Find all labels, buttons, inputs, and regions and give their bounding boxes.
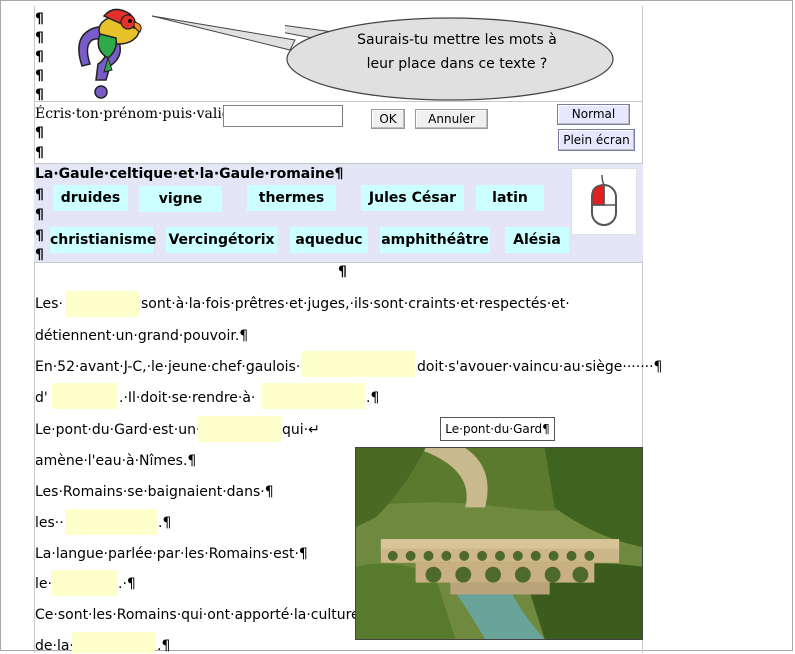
bubble-line-2: leur place dans ce texte ? <box>366 56 548 72</box>
text-line: amène·l'eau·à·Nîmes.¶ <box>35 453 197 469</box>
photo-caption: Le·pont·du·Gard¶ <box>440 417 555 441</box>
word-tile[interactable]: vigne <box>139 186 222 212</box>
text-fragment: .·Il·doit·se·rendre·à· <box>119 390 256 406</box>
blank-slot[interactable] <box>65 509 157 535</box>
text-fragment: d' <box>35 390 48 406</box>
text-fragment: Le·pont·du·Gard·est·un· <box>35 422 201 438</box>
text-fragment: .¶ <box>366 390 380 406</box>
text-fragment: de·la· <box>35 638 74 654</box>
pilcrow: ¶ <box>35 87 44 103</box>
cancel-button[interactable]: Annuler <box>415 109 488 129</box>
fullscreen-button[interactable]: Plein écran <box>558 129 635 151</box>
blank-slot[interactable] <box>65 291 140 317</box>
blank-slot[interactable] <box>261 383 365 409</box>
text-fragment: le· <box>35 576 52 592</box>
pilcrow: ¶ <box>35 30 44 46</box>
name-input[interactable] <box>223 105 343 127</box>
normal-view-button[interactable]: Normal <box>557 104 630 125</box>
pilcrow: ¶ <box>35 145 44 161</box>
blank-slot[interactable] <box>51 570 118 596</box>
pilcrow: ¶ <box>35 228 44 244</box>
text-fragment: les·· <box>35 515 64 531</box>
word-tile[interactable]: amphithéâtre <box>380 227 490 253</box>
word-tile[interactable]: Jules César <box>361 185 464 211</box>
header-divider <box>34 101 643 102</box>
word-tile[interactable]: Alésia <box>505 227 569 253</box>
paragraph-marks: ¶ ¶ ¶ ¶ ¶ <box>35 10 44 105</box>
text-fragment: .·¶ <box>118 576 136 592</box>
pilcrow: ¶ <box>35 187 44 203</box>
blank-slot[interactable] <box>198 416 282 442</box>
blank-slot[interactable] <box>52 383 118 409</box>
word-tile[interactable]: druides <box>53 185 128 211</box>
word-tile[interactable]: aqueduc <box>290 227 368 253</box>
pilcrow: ¶ <box>35 49 44 65</box>
pilcrow: ¶ <box>338 264 347 280</box>
speech-bubble-tail <box>151 15 296 51</box>
text-fragment: qui·↵ <box>282 422 320 438</box>
text-line: Les·Romains·se·baignaient·dans·¶ <box>35 484 274 500</box>
text-line: Les· <box>35 296 63 312</box>
speech-bubble-text: Saurais-tu mettre les mots à leur place … <box>322 28 592 76</box>
mouse-hint <box>571 168 637 235</box>
text-fragment: sont·à·la·fois·prêtres·et·juges,·ils·son… <box>141 296 570 312</box>
word-tile[interactable]: latin <box>476 185 544 211</box>
pilcrow: ¶ <box>35 247 44 263</box>
blank-slot[interactable] <box>72 632 155 653</box>
pilcrow: ¶ <box>35 68 44 84</box>
text-fragment: Les· <box>35 296 63 312</box>
word-tile[interactable]: thermes <box>247 185 336 211</box>
parrot-question-icon <box>78 8 142 99</box>
pilcrow: ¶ <box>35 125 44 141</box>
text-line: La·langue·parlée·par·les·Romains·est·¶ <box>35 546 308 562</box>
word-bank-title: La·Gaule·celtique·et·la·Gaule·romaine¶ <box>35 166 344 182</box>
blank-slot[interactable] <box>301 351 415 377</box>
pilcrow: ¶ <box>35 11 44 27</box>
word-tile[interactable]: christianisme <box>50 227 156 253</box>
ok-button[interactable]: OK <box>371 109 405 129</box>
pont-du-gard-photo <box>355 447 643 640</box>
text-line: Ce·sont·les·Romains·qui·ont·apporté·la·c… <box>35 607 365 623</box>
pilcrow: ¶ <box>35 207 44 223</box>
word-tile[interactable]: Vercingétorix <box>166 227 277 253</box>
text-fragment: .¶ <box>158 515 172 531</box>
text-line: détiennent·un·grand·pouvoir.¶ <box>35 328 249 344</box>
mouse-icon <box>591 174 617 226</box>
text-fragment: .¶ <box>157 638 171 654</box>
bubble-line-1: Saurais-tu mettre les mots à <box>357 32 557 48</box>
text-fragment: doit·s'avouer·vaincu·au·siège·······¶ <box>417 359 663 375</box>
name-prompt-label: Écris·ton·prénom·puis·valide· <box>35 106 244 122</box>
text-fragment: En·52·avant·J-C,·le·jeune·chef·gaulois· <box>35 359 301 375</box>
